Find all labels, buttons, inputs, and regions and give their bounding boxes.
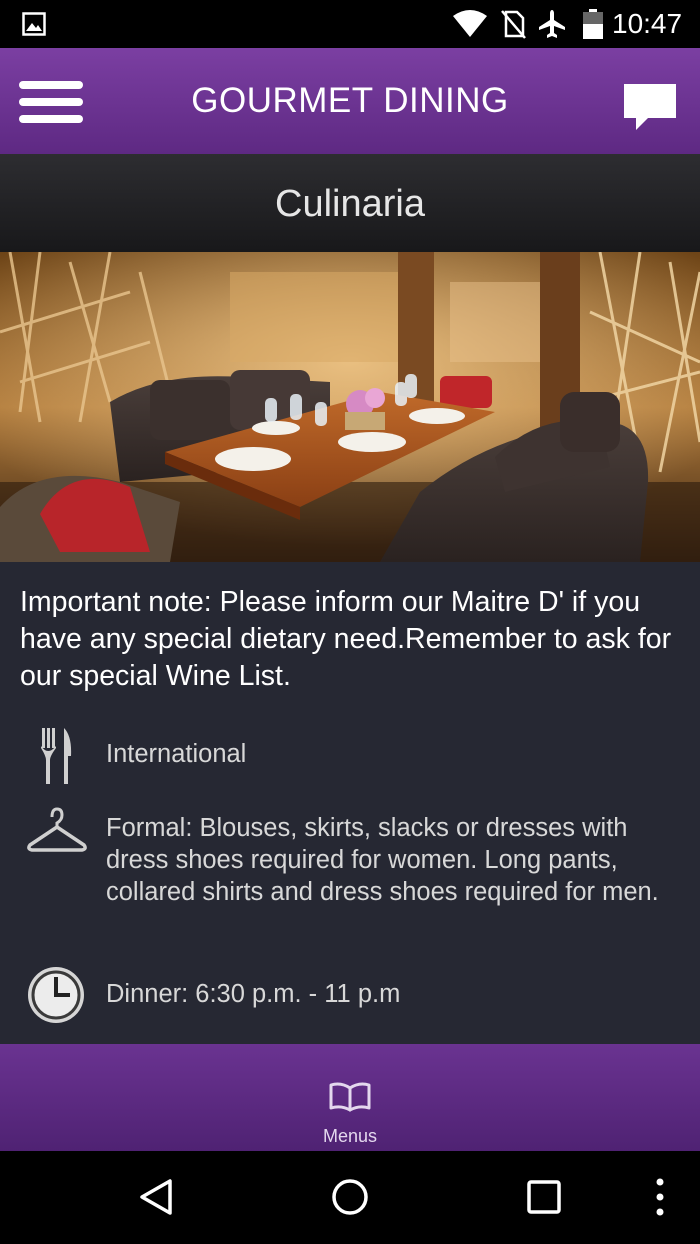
status-bar: 10:47 bbox=[0, 0, 700, 48]
gallery-icon bbox=[22, 12, 46, 41]
bottom-tab-bar: Menus bbox=[0, 1044, 700, 1151]
app-title: GOURMET DINING bbox=[191, 81, 509, 120]
status-clock: 10:47 bbox=[612, 8, 683, 39]
restaurant-name: Culinaria bbox=[275, 183, 425, 225]
important-note: Important note: Please inform our Maitre… bbox=[20, 586, 672, 692]
restaurant-header: Culinaria bbox=[0, 154, 700, 252]
cuisine-row: International bbox=[0, 722, 700, 792]
restaurant-photo bbox=[0, 252, 700, 562]
app-bar: GOURMET DINING bbox=[0, 48, 700, 154]
airplane-icon bbox=[537, 9, 567, 44]
recents-icon[interactable] bbox=[526, 1179, 562, 1220]
home-icon[interactable] bbox=[330, 1177, 370, 1222]
tab-menus[interactable]: Menus bbox=[300, 1044, 400, 1151]
restaurant-details: Important note: Please inform our Maitre… bbox=[0, 562, 700, 1044]
more-icon[interactable] bbox=[652, 1177, 668, 1222]
tab-menus-label: Menus bbox=[322, 1126, 378, 1146]
chat-icon[interactable] bbox=[622, 82, 678, 137]
dress-code-row: Formal: Blouses, skirts, slacks or dress… bbox=[0, 802, 700, 942]
wifi-icon bbox=[452, 10, 488, 43]
back-icon[interactable] bbox=[136, 1177, 176, 1222]
cuisine-text: International bbox=[106, 740, 247, 768]
hanger-icon bbox=[26, 805, 88, 860]
no-sim-icon bbox=[500, 9, 526, 44]
clock-icon bbox=[26, 965, 86, 1030]
dress-code-text: Formal: Blouses, skirts, slacks or dress… bbox=[106, 814, 659, 906]
book-icon bbox=[329, 1082, 371, 1117]
hours-text: Dinner: 6:30 p.m. - 11 p.m bbox=[106, 980, 401, 1008]
hours-row: Dinner: 6:30 p.m. - 11 p.m bbox=[0, 962, 700, 1032]
system-nav-bar bbox=[0, 1151, 700, 1244]
fork-knife-icon bbox=[38, 726, 74, 791]
battery-icon bbox=[582, 9, 604, 44]
